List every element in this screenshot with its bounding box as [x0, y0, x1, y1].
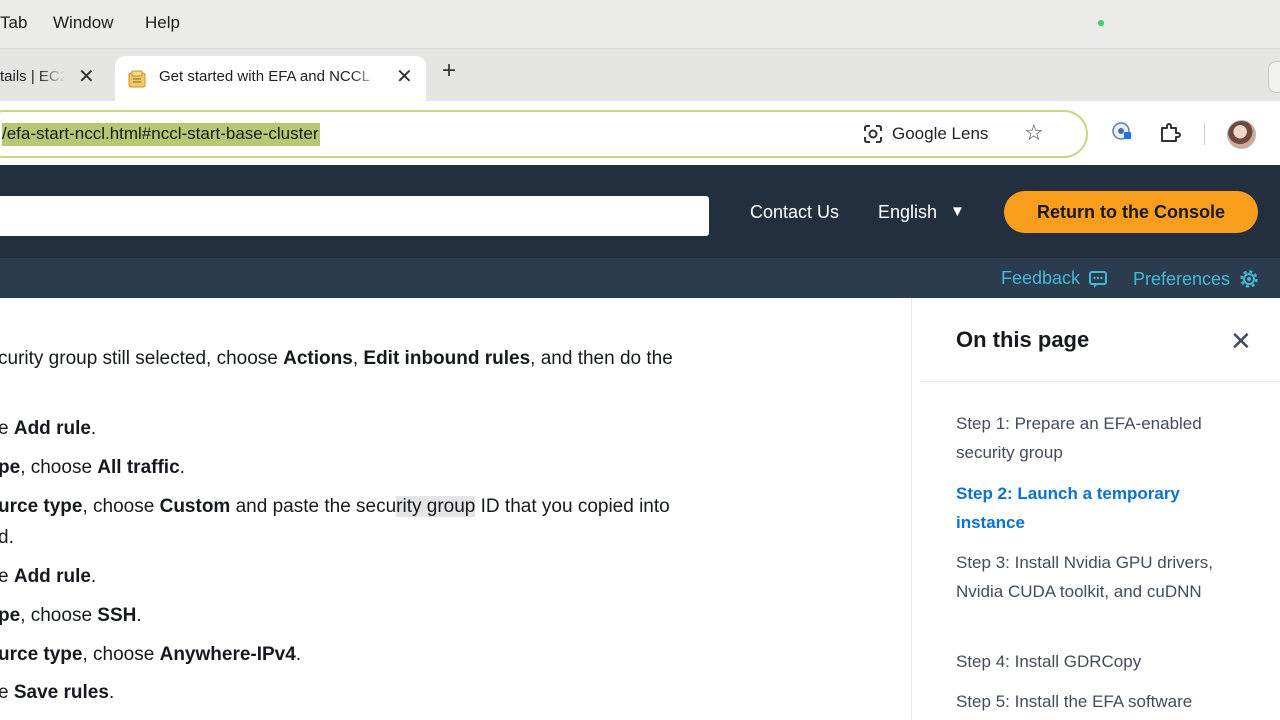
- instruction-text: e: [0, 682, 9, 703]
- instruction-text: ID that you copied into: [475, 496, 670, 517]
- tab-title-fade: [351, 66, 381, 92]
- ui-term: Add rule: [13, 418, 91, 439]
- ui-term: All traffic: [97, 457, 180, 478]
- ui-term: SSH: [97, 605, 137, 626]
- address-bar[interactable]: /efa-start-nccl.html#nccl-start-base-clu…: [0, 110, 1088, 158]
- instruction-text: curity group still selected, choose: [0, 348, 284, 369]
- ui-term: urce type: [0, 644, 83, 665]
- tab-title-fade: [38, 66, 66, 92]
- close-icon[interactable]: ✕: [78, 64, 95, 89]
- instruction-text: rity group: [396, 496, 476, 517]
- instruction-line: curity group still selected, choose Acti…: [0, 344, 673, 374]
- tab-ec2-details[interactable]: tails | EC2 ✕: [0, 56, 112, 101]
- instruction-text: .: [295, 644, 302, 665]
- contact-us-link[interactable]: Contact Us: [750, 202, 839, 223]
- instruction-text: , and then do the: [530, 348, 673, 369]
- instruction-text: .: [108, 682, 115, 703]
- on-this-page-panel: On this page ✕ Step 1: Prepare an EFA-en…: [911, 298, 1280, 720]
- profile-avatar[interactable]: [1227, 120, 1256, 149]
- instruction-text: .: [90, 566, 97, 587]
- toc-step-4[interactable]: Step 4: Install GDRCopy: [956, 647, 1246, 676]
- ui-term: pe: [0, 605, 21, 626]
- instruction-text: , choose: [82, 644, 160, 665]
- toolbar-separator: [1204, 123, 1205, 145]
- ui-term: Actions: [283, 348, 353, 369]
- close-icon[interactable]: ✕: [1230, 326, 1252, 357]
- ui-term: Custom: [159, 496, 231, 517]
- ui-term: Add rule: [13, 566, 91, 587]
- menu-bar: Tab Window Help: [0, 0, 1280, 49]
- language-selector[interactable]: English: [878, 202, 937, 223]
- gear-icon: [1240, 270, 1258, 288]
- instruction-line: pe, choose SSH.: [0, 601, 142, 631]
- menu-tab[interactable]: Tab: [0, 13, 27, 33]
- aws-docs-favicon-icon: [128, 70, 146, 88]
- preferences-link[interactable]: Preferences: [1133, 268, 1260, 290]
- instruction-text: , choose: [20, 605, 98, 626]
- instruction-text: ,: [352, 348, 364, 369]
- bookmark-star-icon[interactable]: ☆: [1024, 120, 1044, 146]
- tab-efa-nccl[interactable]: Get started with EFA and NCCL ✕: [115, 56, 426, 101]
- panel-title: On this page: [956, 327, 1090, 352]
- ui-term: urce type: [0, 496, 83, 517]
- feedback-label: Feedback: [1001, 268, 1081, 288]
- browser-toolbar: /efa-start-nccl.html#nccl-start-base-clu…: [0, 101, 1280, 165]
- toc-step-2[interactable]: Step 2: Launch a temporary instance: [956, 479, 1246, 537]
- tab-search-icon[interactable]: [1268, 61, 1280, 93]
- extensions-puzzle-icon[interactable]: [1158, 120, 1182, 144]
- ui-term: Edit inbound rules: [363, 348, 531, 369]
- instruction-text: e: [0, 566, 9, 587]
- doc-content: curity group still selected, choose Acti…: [0, 298, 910, 720]
- url-text[interactable]: /efa-start-nccl.html#nccl-start-base-clu…: [2, 123, 321, 146]
- instruction-line: urce type, choose Anywhere-IPv4.: [0, 640, 301, 670]
- instruction-text: .: [179, 457, 185, 478]
- tab-strip: tails | EC2 ✕ Get started with EFA and N…: [0, 49, 1280, 101]
- toc-step-5[interactable]: Step 5: Install the EFA software: [956, 687, 1246, 716]
- clipped-text-line: [0, 298, 770, 300]
- toc-step-1[interactable]: Step 1: Prepare an EFA-enabled security …: [956, 409, 1246, 467]
- instruction-text: , choose: [82, 496, 160, 517]
- google-lens-label: Google Lens: [892, 124, 989, 143]
- instruction-line: e Add rule.: [0, 562, 96, 592]
- close-icon[interactable]: ✕: [396, 64, 413, 89]
- ui-term: Anywhere-IPv4: [159, 644, 296, 665]
- instruction-text: and paste the secu: [230, 496, 397, 517]
- menu-window[interactable]: Window: [53, 13, 113, 33]
- instruction-line: urce type, choose Custom and paste the s…: [0, 492, 670, 522]
- instruction-text: , choose: [20, 457, 98, 478]
- instruction-text: .: [136, 605, 142, 626]
- menu-help[interactable]: Help: [145, 13, 180, 33]
- panel-divider: [920, 381, 1280, 382]
- instruction-line: e Save rules.: [0, 678, 114, 708]
- feedback-link[interactable]: Feedback: [1001, 268, 1108, 289]
- instruction-line: pe, choose All traffic.: [0, 453, 185, 483]
- aws-docs-header: Contact Us English ▼ Return to the Conso…: [0, 165, 1280, 258]
- preferences-label: Preferences: [1133, 268, 1231, 289]
- extension-shield-icon[interactable]: [1111, 120, 1133, 142]
- google-lens-button[interactable]: Google Lens: [862, 123, 988, 145]
- tab-title: Get started with EFA and NCCL: [159, 68, 370, 85]
- caret-down-icon[interactable]: ▼: [950, 203, 965, 220]
- feedback-icon: [1089, 270, 1108, 288]
- instruction-text: d.: [0, 527, 14, 548]
- toc-step-3[interactable]: Step 3: Install Nvidia GPU drivers, Nvid…: [956, 548, 1246, 606]
- docs-subheader: Feedback Preferences: [0, 258, 1280, 298]
- new-tab-icon[interactable]: +: [442, 57, 456, 85]
- google-lens-icon: [864, 125, 882, 143]
- ui-term: pe: [0, 457, 21, 478]
- camera-indicator-icon: [1098, 20, 1104, 26]
- ui-term: Save rules: [13, 682, 109, 703]
- return-to-console-button[interactable]: Return to the Console: [1004, 191, 1258, 233]
- instruction-line: e Add rule.: [0, 414, 96, 444]
- instruction-text: .: [90, 418, 97, 439]
- instruction-line: d.: [0, 523, 14, 553]
- instruction-text: e: [0, 418, 9, 439]
- docs-search-input[interactable]: [0, 196, 709, 236]
